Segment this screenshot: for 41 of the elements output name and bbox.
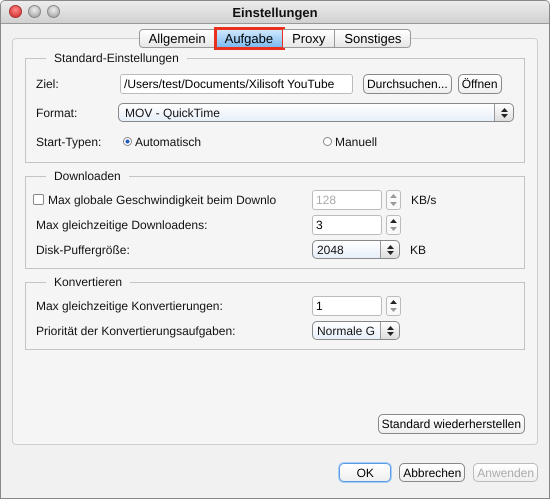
browse-button[interactable]: Durchsuchen... [363, 74, 452, 94]
radio-option[interactable]: Manuell [323, 134, 378, 148]
up-down-arrows-icon [386, 244, 394, 256]
tab[interactable]: Aufgabe [216, 29, 284, 48]
checkbox-label: Max globale Geschwindigkeit beim Downlo [48, 192, 276, 206]
minimize-icon[interactable] [28, 5, 41, 18]
up-down-arrows-icon [500, 106, 508, 118]
restore-defaults-button[interactable]: Standard wiederherstellen [378, 414, 525, 434]
path-field[interactable]: /Users/test/Documents/Xilisoft YouTube [120, 74, 353, 94]
group-title: Standard-Einstellungen [53, 51, 180, 65]
group-title: Konvertieren [53, 275, 124, 289]
format-dropdown[interactable]: MOV - QuickTime [118, 103, 514, 122]
value-dropdown[interactable]: Normale G [312, 321, 400, 340]
window-title: Einstellungen [232, 4, 318, 20]
radio-option[interactable]: Automatisch [123, 134, 323, 148]
radio-icon[interactable] [123, 137, 132, 146]
number-field[interactable]: 1 [312, 296, 382, 316]
tab[interactable]: Proxy [283, 29, 336, 48]
zoom-icon[interactable] [47, 5, 60, 18]
radio-icon[interactable] [323, 137, 332, 146]
field-label: Disk-Puffergröße: [36, 242, 131, 256]
close-icon[interactable] [9, 5, 22, 18]
field-label: Max gleichzeitige Downloadens: [36, 218, 208, 232]
dialog-button[interactable]: Abbrechen [399, 463, 466, 482]
tab[interactable]: Sonstiges [335, 29, 412, 48]
dialog-button[interactable]: OK [339, 463, 392, 482]
field-label: Ziel: [36, 76, 60, 90]
field-label: Max gleichzeitige Konvertierungen: [36, 298, 224, 312]
unit-label: KB/s [411, 192, 436, 206]
stepper-icon[interactable] [386, 214, 401, 234]
unit-label: KB [410, 242, 426, 256]
value-dropdown[interactable]: 2048 [312, 240, 400, 259]
group-title: Downloaden [53, 169, 122, 183]
number-field[interactable]: 3 [312, 214, 382, 234]
stepper-icon[interactable] [386, 296, 401, 316]
field-label: Priorität der Konvertierungsaufgaben: [36, 324, 236, 338]
field-label: Start-Typen: [36, 134, 102, 148]
field-label: Format: [36, 106, 78, 120]
up-down-arrows-icon [386, 324, 394, 336]
open-button[interactable]: Öffnen [458, 74, 502, 94]
tab[interactable]: Allgemein [138, 29, 216, 48]
